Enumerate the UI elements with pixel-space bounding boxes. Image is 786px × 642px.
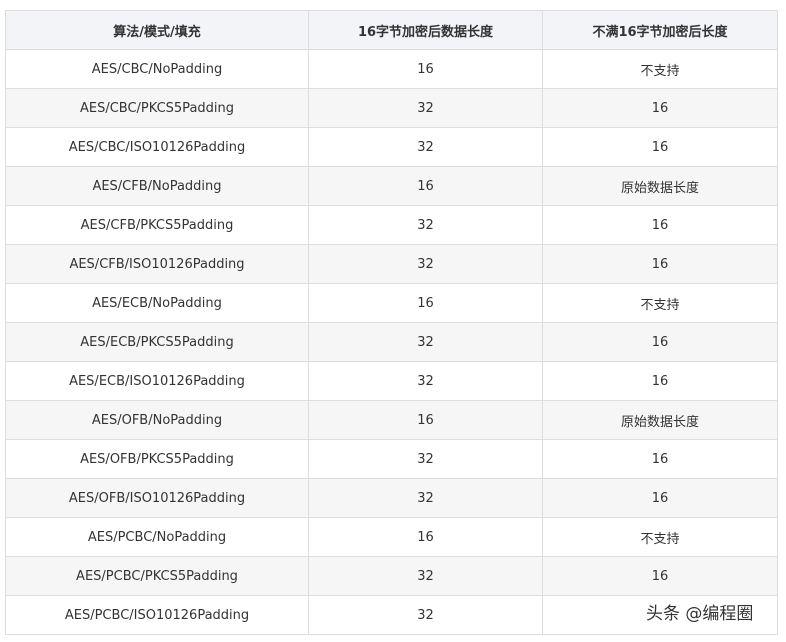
cell-algorithm: AES/OFB/NoPadding bbox=[5, 400, 309, 440]
cell-16-byte-length: 32 bbox=[308, 322, 543, 362]
table-row: AES/CBC/PKCS5Padding 32 16 bbox=[5, 88, 778, 128]
cell-algorithm: AES/OFB/PKCS5Padding bbox=[5, 439, 309, 479]
cell-algorithm: AES/ECB/NoPadding bbox=[5, 283, 309, 323]
cell-algorithm: AES/CBC/ISO10126Padding bbox=[5, 127, 309, 167]
cell-16-byte-length: 32 bbox=[308, 88, 543, 128]
cell-16-byte-length: 16 bbox=[308, 400, 543, 440]
cell-under-16-byte-length: 不支持 bbox=[542, 517, 778, 557]
cell-under-16-byte-length: 不支持 bbox=[542, 283, 778, 323]
table-row: AES/PCBC/PKCS5Padding 32 16 bbox=[5, 556, 778, 596]
table-row: AES/ECB/PKCS5Padding 32 16 bbox=[5, 322, 778, 362]
cell-16-byte-length: 16 bbox=[308, 517, 543, 557]
cell-under-16-byte-length: 不支持 bbox=[542, 49, 778, 89]
table-row: AES/CFB/PKCS5Padding 32 16 bbox=[5, 205, 778, 245]
cell-algorithm: AES/ECB/PKCS5Padding bbox=[5, 322, 309, 362]
cell-under-16-byte-length: 16 bbox=[542, 361, 778, 401]
cell-16-byte-length: 32 bbox=[308, 205, 543, 245]
table-header: 算法/模式/填充 16字节加密后数据长度 不满16字节加密后长度 bbox=[5, 10, 778, 50]
cell-under-16-byte-length: 16 bbox=[542, 205, 778, 245]
table-row: AES/OFB/ISO10126Padding 32 16 bbox=[5, 478, 778, 518]
cell-16-byte-length: 16 bbox=[308, 166, 543, 206]
cell-16-byte-length: 32 bbox=[308, 478, 543, 518]
cell-under-16-byte-length: 16 bbox=[542, 244, 778, 284]
cell-under-16-byte-length: 原始数据长度 bbox=[542, 166, 778, 206]
table-row: AES/ECB/NoPadding 16 不支持 bbox=[5, 283, 778, 323]
table-row: AES/ECB/ISO10126Padding 32 16 bbox=[5, 361, 778, 401]
watermark: 头条 @编程圈 bbox=[642, 601, 758, 627]
cell-under-16-byte-length: 16 bbox=[542, 556, 778, 596]
cell-16-byte-length: 16 bbox=[308, 49, 543, 89]
cell-16-byte-length: 32 bbox=[308, 361, 543, 401]
table-row: AES/CBC/NoPadding 16 不支持 bbox=[5, 49, 778, 89]
cell-under-16-byte-length: 16 bbox=[542, 478, 778, 518]
table-row: AES/CBC/ISO10126Padding 32 16 bbox=[5, 127, 778, 167]
cell-16-byte-length: 32 bbox=[308, 439, 543, 479]
cell-under-16-byte-length: 原始数据长度 bbox=[542, 400, 778, 440]
cell-algorithm: AES/OFB/ISO10126Padding bbox=[5, 478, 309, 518]
cell-algorithm: AES/CBC/NoPadding bbox=[5, 49, 309, 89]
cell-algorithm: AES/CFB/ISO10126Padding bbox=[5, 244, 309, 284]
cell-16-byte-length: 32 bbox=[308, 595, 543, 635]
cell-under-16-byte-length: 16 bbox=[542, 88, 778, 128]
cell-algorithm: AES/CFB/PKCS5Padding bbox=[5, 205, 309, 245]
cell-under-16-byte-length: 16 bbox=[542, 127, 778, 167]
table-row: AES/PCBC/NoPadding 16 不支持 bbox=[5, 517, 778, 557]
cell-under-16-byte-length: 16 bbox=[542, 322, 778, 362]
cell-16-byte-length: 16 bbox=[308, 283, 543, 323]
aes-mode-table: 算法/模式/填充 16字节加密后数据长度 不满16字节加密后长度 AES/CBC… bbox=[5, 10, 778, 635]
cell-algorithm: AES/CBC/PKCS5Padding bbox=[5, 88, 309, 128]
table-row: AES/OFB/NoPadding 16 原始数据长度 bbox=[5, 400, 778, 440]
cell-16-byte-length: 32 bbox=[308, 556, 543, 596]
cell-under-16-byte-length: 16 bbox=[542, 439, 778, 479]
table-row: AES/OFB/PKCS5Padding 32 16 bbox=[5, 439, 778, 479]
table-row: AES/CFB/NoPadding 16 原始数据长度 bbox=[5, 166, 778, 206]
table-body: AES/CBC/NoPadding 16 不支持 AES/CBC/PKCS5Paddi… bbox=[5, 49, 778, 635]
header-algorithm: 算法/模式/填充 bbox=[5, 10, 309, 50]
header-16-byte-length: 16字节加密后数据长度 bbox=[308, 10, 543, 50]
header-under-16-byte-length: 不满16字节加密后长度 bbox=[542, 10, 778, 50]
header-row: 算法/模式/填充 16字节加密后数据长度 不满16字节加密后长度 bbox=[5, 10, 778, 50]
cell-algorithm: AES/ECB/ISO10126Padding bbox=[5, 361, 309, 401]
cell-algorithm: AES/PCBC/ISO10126Padding bbox=[5, 595, 309, 635]
cell-16-byte-length: 32 bbox=[308, 244, 543, 284]
cell-algorithm: AES/CFB/NoPadding bbox=[5, 166, 309, 206]
cell-algorithm: AES/PCBC/NoPadding bbox=[5, 517, 309, 557]
cell-16-byte-length: 32 bbox=[308, 127, 543, 167]
table-row: AES/CFB/ISO10126Padding 32 16 bbox=[5, 244, 778, 284]
cell-algorithm: AES/PCBC/PKCS5Padding bbox=[5, 556, 309, 596]
